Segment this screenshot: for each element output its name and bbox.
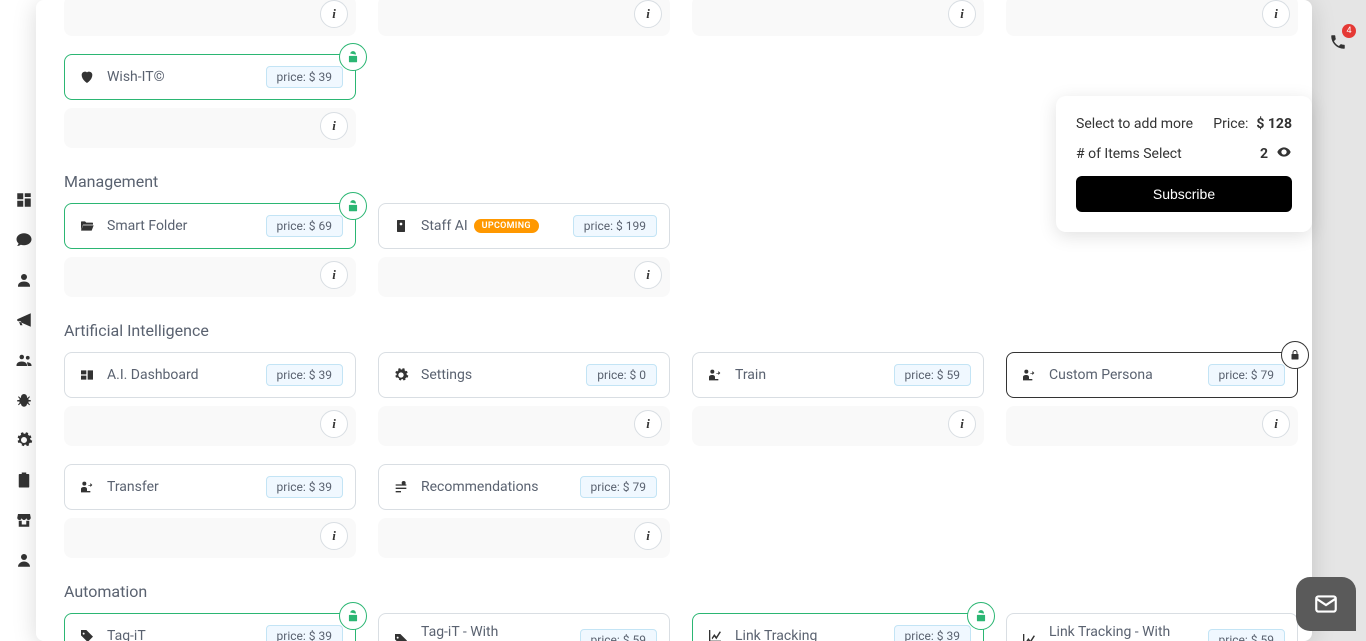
heart-icon [77, 67, 97, 87]
card-wish-it[interactable]: Wish-IT© price: $ 39 [64, 54, 356, 100]
summary-items-count: 2 [1260, 146, 1268, 162]
info-button[interactable]: i [948, 410, 976, 438]
mail-fab[interactable] [1296, 577, 1356, 631]
card-transfer[interactable]: Transfer price: $ 39 [64, 464, 356, 510]
card-footer: i [692, 0, 984, 36]
price-chip: price: $ 69 [266, 215, 343, 237]
card-custom-persona[interactable]: Custom Persona price: $ 79 [1006, 352, 1298, 398]
unlock-icon [339, 602, 367, 630]
info-button[interactable]: i [320, 0, 348, 28]
card-footer: i [64, 0, 356, 36]
phone-notification[interactable]: 4 [1324, 28, 1352, 56]
card-title: Recommendations [421, 479, 570, 495]
tag-icon [77, 626, 97, 641]
card-footer: i [692, 406, 984, 446]
summary-price-value: $ 128 [1256, 116, 1292, 132]
mail-icon [1313, 591, 1339, 617]
summary-price-label: Price: [1213, 116, 1248, 132]
summary-select-label: Select to add more [1076, 116, 1193, 132]
upcoming-badge: UPCOMING [474, 219, 539, 233]
card-title: Custom Persona [1049, 367, 1198, 383]
gear-icon [391, 365, 411, 385]
card-link-tracking[interactable]: Link Tracking price: $ 39 [692, 613, 984, 641]
card-footer: i [378, 0, 670, 36]
card-title-text: Staff AI [421, 218, 468, 234]
card-title: Transfer [107, 479, 256, 495]
card-title: Smart Folder [107, 218, 256, 234]
lock-icon [1281, 341, 1309, 369]
price-chip: price: $ 0 [586, 364, 657, 386]
transfer-icon [77, 477, 97, 497]
recommendations-icon [391, 477, 411, 497]
info-button[interactable]: i [634, 261, 662, 289]
train-icon [705, 365, 725, 385]
notification-count: 4 [1342, 24, 1356, 38]
card-title: Train [735, 367, 884, 383]
card-title: Tag-iT [107, 628, 256, 641]
card-tag-it-automation[interactable]: Tag-iT - With Automation price: $ 59 [378, 613, 670, 641]
info-button[interactable]: i [1262, 410, 1290, 438]
summary-panel: Select to add more Price: $ 128 # of Ite… [1056, 96, 1312, 232]
card-title: Wish-IT© [107, 69, 256, 85]
card-title: Link Tracking - With Automation [1049, 624, 1198, 641]
card-footer: i [64, 406, 356, 446]
unlock-icon [339, 192, 367, 220]
card-link-tracking-automation[interactable]: Link Tracking - With Automation price: $… [1006, 613, 1298, 641]
card-staff-ai[interactable]: Staff AI UPCOMING price: $ 199 [378, 203, 670, 249]
info-button[interactable]: i [320, 522, 348, 550]
price-chip: price: $ 79 [580, 476, 657, 498]
info-button[interactable]: i [634, 522, 662, 550]
dashboard-icon [77, 365, 97, 385]
price-chip: price: $ 199 [573, 215, 657, 237]
card-title: Link Tracking [735, 628, 884, 641]
card-footer: i [1006, 0, 1298, 36]
card-recommendations[interactable]: Recommendations price: $ 79 [378, 464, 670, 510]
eye-icon[interactable] [1276, 144, 1292, 164]
card-footer: i [64, 257, 356, 297]
price-chip: price: $ 59 [580, 629, 657, 641]
card-footer: i [64, 518, 356, 558]
price-chip: price: $ 79 [1208, 364, 1285, 386]
card-footer: i [378, 518, 670, 558]
price-chip: price: $ 39 [266, 66, 343, 88]
tag-icon [391, 630, 411, 641]
subscribe-button[interactable]: Subscribe [1076, 176, 1292, 212]
info-button[interactable]: i [320, 261, 348, 289]
info-button[interactable]: i [634, 410, 662, 438]
unlock-icon [967, 602, 995, 630]
card-title: Staff AI UPCOMING [421, 218, 563, 234]
price-chip: price: $ 39 [266, 625, 343, 641]
card-title: A.I. Dashboard [107, 367, 256, 383]
info-button[interactable]: i [320, 410, 348, 438]
info-button[interactable]: i [320, 112, 348, 140]
card-title: Tag-iT - With Automation [421, 624, 570, 641]
card-footer: i [64, 108, 356, 148]
info-button[interactable]: i [1262, 0, 1290, 28]
card-title: Settings [421, 367, 576, 383]
info-button[interactable]: i [634, 0, 662, 28]
chart-line-icon [705, 626, 725, 641]
card-footer: i [378, 257, 670, 297]
card-train[interactable]: Train price: $ 59 [692, 352, 984, 398]
card-footer: i [378, 406, 670, 446]
price-chip: price: $ 59 [1208, 629, 1285, 641]
price-chip: price: $ 39 [266, 476, 343, 498]
card-tag-it[interactable]: Tag-iT price: $ 39 [64, 613, 356, 641]
card-settings[interactable]: Settings price: $ 0 [378, 352, 670, 398]
info-button[interactable]: i [948, 0, 976, 28]
card-ai-dashboard[interactable]: A.I. Dashboard price: $ 39 [64, 352, 356, 398]
badge-icon [391, 216, 411, 236]
price-chip: price: $ 39 [894, 625, 971, 641]
section-title-ai: Artificial Intelligence [64, 321, 1284, 340]
price-chip: price: $ 59 [894, 364, 971, 386]
unlock-icon [339, 43, 367, 71]
price-chip: price: $ 39 [266, 364, 343, 386]
folder-open-icon [77, 216, 97, 236]
persona-icon [1019, 365, 1039, 385]
section-title-automation: Automation [64, 582, 1284, 601]
card-footer: i [1006, 406, 1298, 446]
chart-line-icon [1019, 630, 1039, 641]
card-smart-folder[interactable]: Smart Folder price: $ 69 [64, 203, 356, 249]
summary-items-label: # of Items Select [1076, 146, 1182, 162]
